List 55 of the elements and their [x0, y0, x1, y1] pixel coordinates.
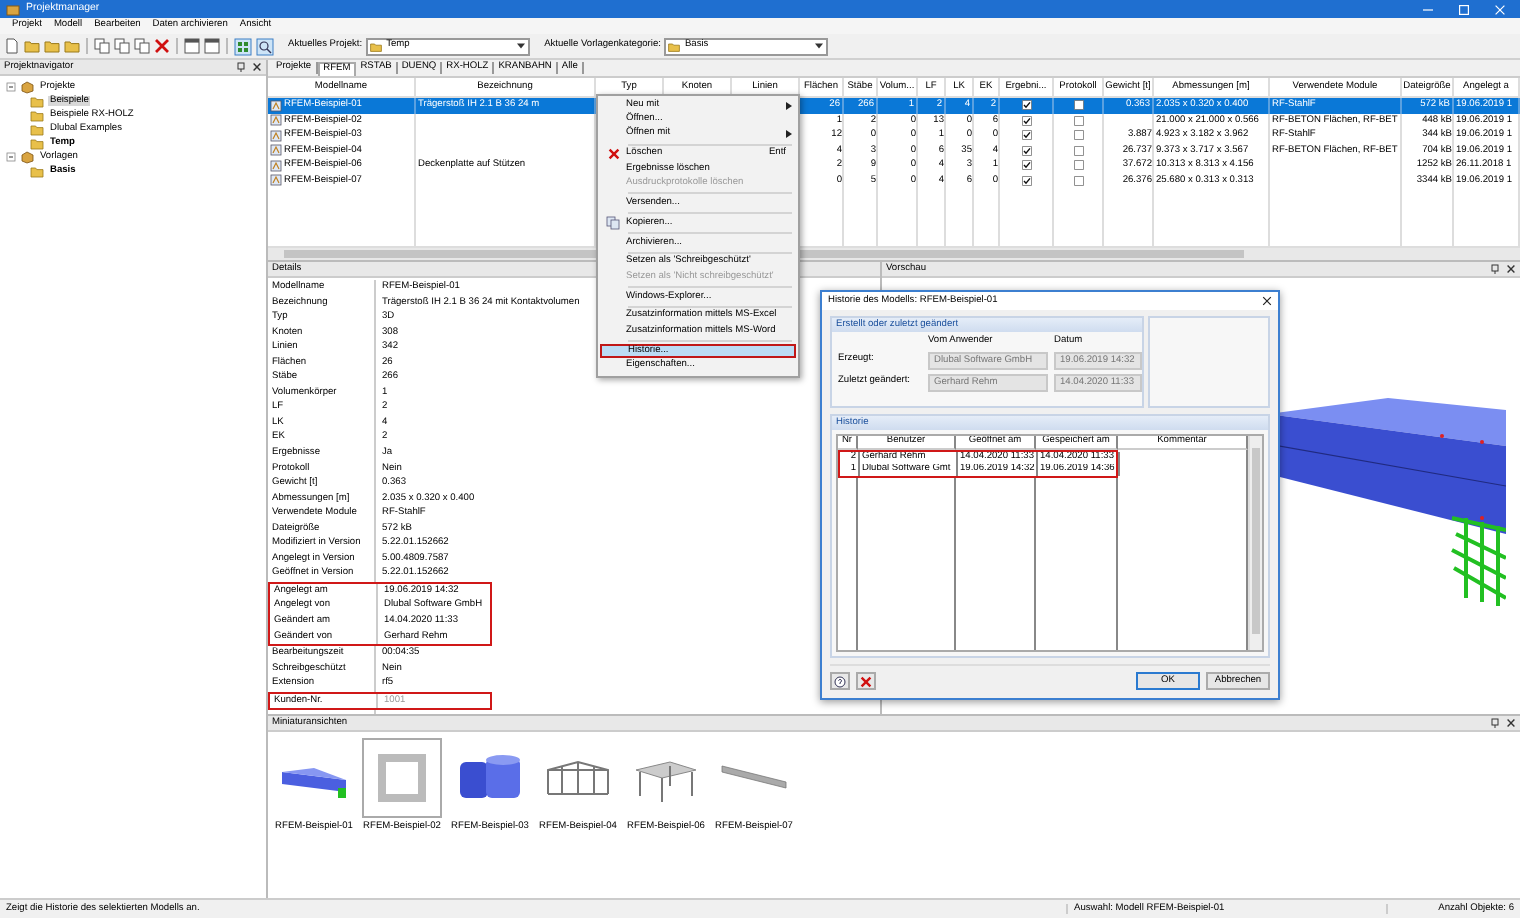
folder-icon — [30, 165, 44, 177]
close-icon[interactable] — [1262, 296, 1272, 306]
window-icon[interactable] — [204, 38, 220, 54]
group-box — [1148, 316, 1270, 408]
folder-icon — [668, 41, 681, 51]
support-drawing — [1450, 516, 1506, 608]
help-button[interactable] — [830, 672, 850, 690]
close-icon[interactable] — [1506, 718, 1516, 728]
checkbox[interactable] — [1022, 145, 1032, 156]
checkbox[interactable] — [1074, 160, 1084, 171]
scrollbar[interactable] — [1248, 436, 1262, 650]
window-icon[interactable] — [184, 38, 200, 54]
delete-icon — [607, 148, 619, 161]
box-icon — [20, 80, 34, 94]
pin-icon[interactable] — [1490, 264, 1500, 274]
folder-icon — [370, 41, 383, 51]
box-icon — [20, 150, 34, 164]
checkbox[interactable] — [1074, 130, 1084, 141]
copy-icon — [606, 216, 620, 230]
beam-drawing — [282, 768, 346, 798]
caret-icon — [814, 42, 825, 50]
checkbox[interactable] — [1073, 100, 1083, 111]
checkbox[interactable] — [1021, 100, 1031, 111]
collapse-icon[interactable] — [6, 152, 16, 162]
bar-drawing — [721, 765, 787, 789]
delete-button[interactable] — [856, 672, 876, 690]
close-icon[interactable] — [252, 62, 262, 72]
close-icon[interactable] — [1506, 264, 1516, 274]
pin-icon[interactable] — [1490, 718, 1500, 728]
checkbox[interactable] — [1074, 175, 1084, 186]
frame-drawing — [547, 760, 609, 795]
checkbox[interactable] — [1022, 115, 1032, 126]
submenu-arrow-icon — [786, 130, 792, 139]
checkbox[interactable] — [1022, 130, 1032, 141]
app-icon — [6, 3, 20, 15]
checkbox[interactable] — [1074, 115, 1084, 126]
checkbox[interactable] — [1074, 145, 1084, 156]
minimize-icon[interactable] — [1422, 3, 1434, 15]
slab-drawing — [635, 761, 697, 803]
help-icon — [834, 675, 846, 687]
checkbox[interactable] — [1022, 175, 1032, 186]
caret-icon — [516, 42, 527, 50]
thumbnail[interactable] — [362, 738, 442, 818]
search-icon[interactable] — [256, 37, 274, 55]
grid-icon[interactable] — [234, 37, 252, 55]
delete-icon — [860, 675, 872, 687]
checkbox[interactable] — [1022, 160, 1032, 171]
delete-icon[interactable] — [154, 38, 170, 54]
pin-icon[interactable] — [236, 62, 246, 72]
document-icon[interactable] — [4, 38, 20, 54]
maximize-icon[interactable] — [1458, 3, 1470, 15]
plate-drawing — [378, 754, 426, 802]
tank-drawing — [460, 755, 520, 798]
submenu-arrow-icon — [786, 101, 792, 110]
collapse-icon[interactable] — [6, 82, 16, 92]
